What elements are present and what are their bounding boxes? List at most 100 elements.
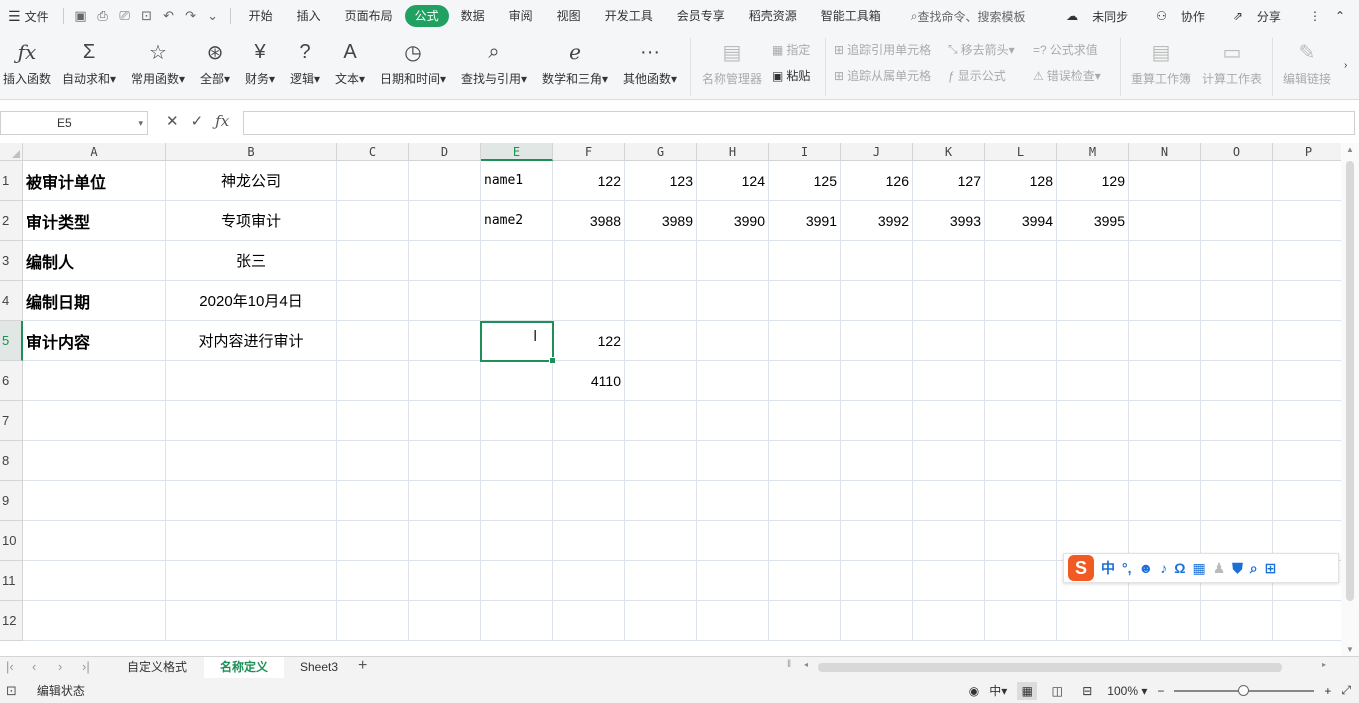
column-header-b[interactable]: B (166, 143, 337, 161)
cell-g9[interactable] (625, 481, 697, 521)
cell-e3[interactable] (481, 241, 553, 281)
cell-g1[interactable]: 123 (625, 161, 697, 201)
cell-f9[interactable] (553, 481, 625, 521)
zoom-in-icon[interactable]: + (1324, 684, 1331, 698)
cell-d7[interactable] (409, 401, 481, 441)
symbol-icon[interactable]: Ω (1174, 560, 1185, 576)
cell-k10[interactable] (913, 521, 985, 561)
cell-c8[interactable] (337, 441, 409, 481)
cell-o1[interactable] (1201, 161, 1273, 201)
cell-b1[interactable]: 神龙公司 (166, 161, 337, 201)
column-header-n[interactable]: N (1129, 143, 1201, 161)
eval-formula-button[interactable]: =? 公式求值 (1033, 41, 1098, 58)
cell-j2[interactable]: 3992 (841, 201, 913, 241)
row-header-6[interactable]: 6 (0, 361, 23, 401)
cell-h8[interactable] (697, 441, 769, 481)
math-button[interactable]: ℯ 数学和三角▾ (542, 38, 608, 87)
cell-n12[interactable] (1129, 601, 1201, 641)
calc-sheet-button[interactable]: ▭ 计算工作表 (1202, 38, 1262, 87)
chevron-down-icon[interactable]: ▾ (138, 112, 143, 134)
cell-a2[interactable]: 审计类型 (23, 201, 166, 241)
cell-h2[interactable]: 3990 (697, 201, 769, 241)
cell-e9[interactable] (481, 481, 553, 521)
horizontal-scroll-thumb[interactable] (818, 663, 1282, 672)
cell-l12[interactable] (985, 601, 1057, 641)
share-button[interactable]: ⇗ 分享 (1233, 8, 1295, 25)
cell-n3[interactable] (1129, 241, 1201, 281)
all-functions-button[interactable]: ⊛ 全部▾ (200, 38, 230, 87)
skin-icon[interactable]: ⛊ (1232, 560, 1243, 577)
row-header-3[interactable]: 3 (0, 241, 23, 281)
page-layout-view-icon[interactable]: ⊟ (1077, 682, 1097, 700)
cell-k9[interactable] (913, 481, 985, 521)
cell-c12[interactable] (337, 601, 409, 641)
cell-l11[interactable] (985, 561, 1057, 601)
cell-c3[interactable] (337, 241, 409, 281)
cell-i6[interactable] (769, 361, 841, 401)
cell-i8[interactable] (769, 441, 841, 481)
next-sheet-icon[interactable]: › (58, 659, 62, 674)
tab-view[interactable]: 视图 (545, 5, 593, 27)
cell-d6[interactable] (409, 361, 481, 401)
cell-b9[interactable] (166, 481, 337, 521)
cell-e6[interactable] (481, 361, 553, 401)
cell-f7[interactable] (553, 401, 625, 441)
cell-m9[interactable] (1057, 481, 1129, 521)
cell-h10[interactable] (697, 521, 769, 561)
cell-l5[interactable] (985, 321, 1057, 361)
cell-o5[interactable] (1201, 321, 1273, 361)
tab-review[interactable]: 审阅 (497, 5, 545, 27)
cell-b7[interactable] (166, 401, 337, 441)
cell-p7[interactable] (1273, 401, 1345, 441)
cell-j6[interactable] (841, 361, 913, 401)
zoom-slider[interactable] (1174, 684, 1315, 696)
cell-d3[interactable] (409, 241, 481, 281)
cell-o6[interactable] (1201, 361, 1273, 401)
recalc-workbook-button[interactable]: ▤ 重算工作簿 (1131, 38, 1191, 87)
column-header-g[interactable]: G (625, 143, 697, 161)
cell-n5[interactable] (1129, 321, 1201, 361)
horizontal-scrollbar[interactable]: ◂ ▸ (804, 660, 1330, 673)
error-check-button[interactable]: ⚠ 错误检查 ▾ (1033, 67, 1101, 84)
cell-h5[interactable] (697, 321, 769, 361)
cell-h4[interactable] (697, 281, 769, 321)
cell-d5[interactable] (409, 321, 481, 361)
cell-c1[interactable] (337, 161, 409, 201)
cell-i10[interactable] (769, 521, 841, 561)
cell-e11[interactable] (481, 561, 553, 601)
cell-p5[interactable] (1273, 321, 1345, 361)
cell-f11[interactable] (553, 561, 625, 601)
common-functions-button[interactable]: ☆ 常用函数▾ (131, 38, 185, 87)
zoom-slider-knob[interactable] (1238, 684, 1250, 696)
row-header-5[interactable]: 5 (0, 321, 23, 361)
column-header-e[interactable]: E (481, 143, 553, 161)
cell-l1[interactable]: 128 (985, 161, 1057, 201)
cell-f6[interactable]: 4110 (553, 361, 625, 401)
cell-j7[interactable] (841, 401, 913, 441)
search-icon[interactable]: ⌕ (1250, 560, 1258, 577)
cell-m8[interactable] (1057, 441, 1129, 481)
cell-m5[interactable] (1057, 321, 1129, 361)
column-header-c[interactable]: C (337, 143, 409, 161)
formula-input[interactable] (243, 111, 1355, 135)
sheet-tab[interactable]: Sheet3 (286, 657, 352, 678)
print-icon[interactable]: ⎚ (114, 5, 136, 27)
cell-c6[interactable] (337, 361, 409, 401)
eye-protection-icon[interactable]: ◉ (969, 684, 979, 698)
undo-icon[interactable]: ↶ (158, 5, 180, 27)
row-header-2[interactable]: 2 (0, 201, 23, 241)
cell-e7[interactable] (481, 401, 553, 441)
tab-formulas[interactable]: 公式 (404, 5, 449, 27)
cell-m2[interactable]: 3995 (1057, 201, 1129, 241)
ribbon-scroll-right-icon[interactable]: › (1344, 60, 1347, 71)
cell-m7[interactable] (1057, 401, 1129, 441)
keyboard-icon[interactable]: ▦ (1192, 560, 1205, 577)
trace-dependents-button[interactable]: ⊞ 追踪从属单元格 (834, 67, 931, 84)
cell-o8[interactable] (1201, 441, 1273, 481)
cell-i2[interactable]: 3991 (769, 201, 841, 241)
cell-k6[interactable] (913, 361, 985, 401)
row-header-8[interactable]: 8 (0, 441, 23, 481)
cell-i11[interactable] (769, 561, 841, 601)
logic-button[interactable]: ? 逻辑▾ (290, 38, 320, 87)
fx-icon[interactable]: ƒx (215, 112, 229, 130)
